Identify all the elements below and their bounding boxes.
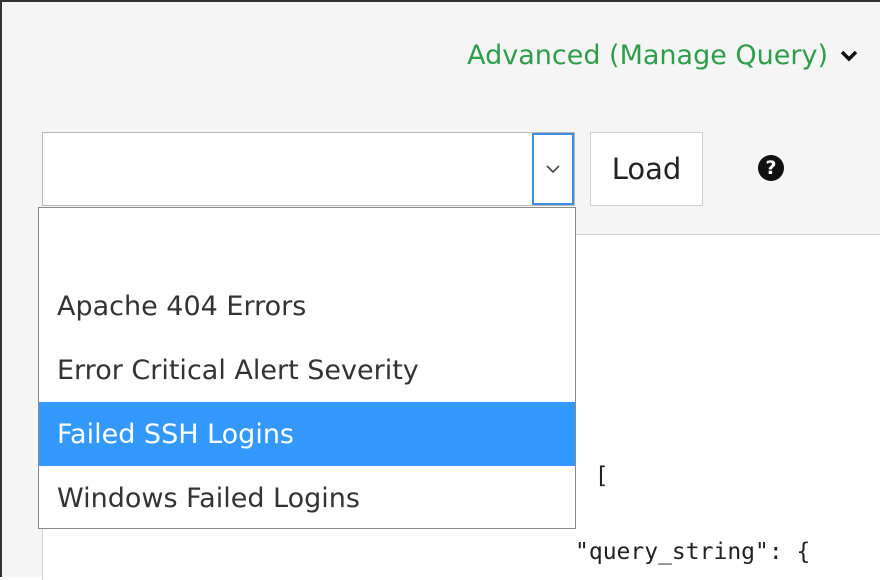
dropdown-option[interactable]: Error Critical Alert Severity — [39, 338, 575, 402]
saved-query-select[interactable] — [42, 132, 575, 206]
load-button[interactable]: Load — [590, 132, 703, 206]
dropdown-option-highlighted[interactable]: Failed SSH Logins — [39, 402, 575, 466]
advanced-label: Advanced (Manage Query) — [467, 40, 828, 71]
editor-line: "query_string": { — [575, 539, 811, 565]
saved-query-dropdown-list: Apache 404 Errors Error Critical Alert S… — [38, 207, 576, 529]
chevron-down-icon — [546, 165, 560, 174]
advanced-manage-query-toggle[interactable]: Advanced (Manage Query) — [467, 40, 858, 71]
dropdown-option[interactable]: Apache 404 Errors — [39, 274, 575, 338]
help-icon[interactable]: ? — [758, 155, 784, 181]
dropdown-option[interactable]: Windows Failed Logins — [39, 466, 575, 530]
dropdown-option-empty[interactable] — [39, 208, 575, 272]
app-frame: Advanced (Manage Query) Load ? : [ "quer… — [0, 0, 880, 580]
select-dropdown-toggle[interactable] — [532, 133, 574, 205]
chevron-down-icon — [840, 50, 858, 61]
